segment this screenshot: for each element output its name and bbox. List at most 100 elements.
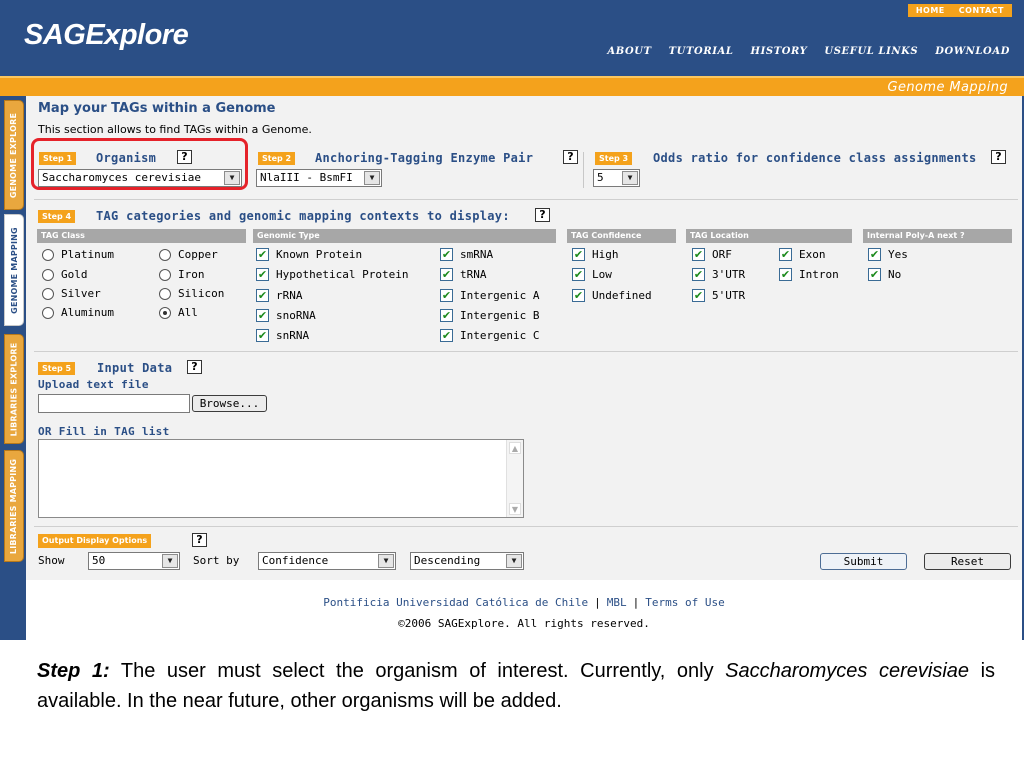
tab-genome-mapping[interactable]: GENOME MAPPING bbox=[4, 214, 24, 326]
scrollbar[interactable]: ▲ ▼ bbox=[506, 440, 523, 517]
chevron-down-icon: ▼ bbox=[506, 554, 522, 568]
nav-tutorial[interactable]: TUTORIAL bbox=[669, 46, 734, 57]
check-exon[interactable]: ✔ Exon bbox=[779, 248, 826, 261]
radio-silver[interactable]: Silver bbox=[42, 287, 101, 300]
show-select[interactable]: 50 ▼ bbox=[88, 552, 180, 570]
organism-select[interactable]: Saccharomyces cerevisiae ▼ bbox=[38, 169, 242, 187]
nav-download[interactable]: DOWNLOAD bbox=[935, 46, 1010, 57]
check-low[interactable]: ✔ Low bbox=[572, 268, 612, 281]
check-hypothetical-protein[interactable]: ✔ Hypothetical Protein bbox=[256, 268, 408, 281]
check-undefined[interactable]: ✔ Undefined bbox=[572, 289, 652, 302]
footer-link-university[interactable]: Pontificia Universidad Católica de Chile bbox=[323, 596, 588, 609]
check-known-protein[interactable]: ✔ Known Protein bbox=[256, 248, 362, 261]
caption-species: Saccharomyces cerevisiae bbox=[725, 660, 970, 682]
step2-help-icon[interactable]: ? bbox=[563, 150, 578, 164]
step5-badge: Step 5 bbox=[38, 362, 76, 375]
nav-useful-links[interactable]: USEFUL LINKS bbox=[824, 46, 918, 57]
main-panel: Map your TAGs within a Genome This secti… bbox=[26, 96, 1022, 640]
page-title: Map your TAGs within a Genome bbox=[38, 101, 276, 116]
reset-button[interactable]: Reset bbox=[924, 553, 1011, 570]
enzyme-select[interactable]: NlaIII - BsmFI ▼ bbox=[256, 169, 382, 187]
copyright: ©2006 SAGExplore. All rights reserved. bbox=[398, 617, 650, 630]
tab-libraries-explore[interactable]: LIBRARIES EXPLORE bbox=[4, 334, 24, 444]
footer-link-terms[interactable]: Terms of Use bbox=[645, 596, 724, 609]
app-logo[interactable]: SAGExplore bbox=[24, 19, 189, 52]
check-poly-a-no[interactable]: ✔ No bbox=[868, 268, 901, 281]
poly-a-header: Internal Poly-A next ? bbox=[863, 229, 1012, 243]
step2-badge: Step 2 bbox=[258, 152, 296, 165]
check-trna[interactable]: ✔ tRNA bbox=[440, 268, 487, 281]
output-help-icon[interactable]: ? bbox=[192, 533, 207, 547]
sort-by-select[interactable]: Confidence ▼ bbox=[258, 552, 396, 570]
scroll-down-icon[interactable]: ▼ bbox=[509, 503, 521, 515]
step2-label: Anchoring-Tagging Enzyme Pair bbox=[315, 151, 534, 165]
browse-button[interactable]: Browse... bbox=[192, 395, 267, 412]
check-rrna[interactable]: ✔ rRNA bbox=[256, 289, 303, 302]
check-snrna[interactable]: ✔ snRNA bbox=[256, 329, 309, 342]
divider bbox=[34, 526, 1018, 527]
header: SAGExplore HOME CONTACT ABOUT TUTORIAL H… bbox=[0, 0, 1024, 76]
radio-platinum[interactable]: Platinum bbox=[42, 248, 114, 261]
file-path-input[interactable] bbox=[38, 394, 190, 413]
check-3utr[interactable]: ✔ 3'UTR bbox=[692, 268, 745, 281]
check-poly-a-yes[interactable]: ✔ Yes bbox=[868, 248, 908, 261]
footer: Pontificia Universidad Católica de Chile… bbox=[26, 596, 1022, 630]
radio-gold[interactable]: Gold bbox=[42, 268, 88, 281]
app-screenshot: SAGExplore HOME CONTACT ABOUT TUTORIAL H… bbox=[0, 0, 1024, 640]
divider bbox=[583, 152, 584, 188]
check-smrna[interactable]: ✔ smRNA bbox=[440, 248, 493, 261]
radio-silicon[interactable]: Silicon bbox=[159, 287, 224, 300]
tag-class-header: TAG Class bbox=[37, 229, 246, 243]
check-orf[interactable]: ✔ ORF bbox=[692, 248, 732, 261]
step4-badge: Step 4 bbox=[38, 210, 76, 223]
submit-button[interactable]: Submit bbox=[820, 553, 907, 570]
tag-list-textarea[interactable]: ▲ ▼ bbox=[38, 439, 524, 518]
sort-order-select[interactable]: Descending ▼ bbox=[410, 552, 524, 570]
scroll-up-icon[interactable]: ▲ bbox=[509, 442, 521, 454]
tab-libraries-mapping[interactable]: LIBRARIES MAPPING bbox=[4, 450, 24, 562]
check-intron[interactable]: ✔ Intron bbox=[779, 268, 839, 281]
chevron-down-icon: ▼ bbox=[364, 171, 380, 185]
home-link[interactable]: HOME bbox=[916, 6, 945, 15]
step5-label: Input Data bbox=[97, 361, 173, 375]
sort-label: Sort by bbox=[193, 554, 240, 567]
check-intergenic-a[interactable]: ✔ Intergenic A bbox=[440, 289, 539, 302]
step3-help-icon[interactable]: ? bbox=[991, 150, 1006, 164]
contact-link[interactable]: CONTACT bbox=[959, 6, 1004, 15]
step1-help-icon[interactable]: ? bbox=[177, 150, 192, 164]
page-subtitle: This section allows to find TAGs within … bbox=[38, 123, 312, 136]
tab-genome-explore[interactable]: GENOME EXPLORE bbox=[4, 100, 24, 210]
footer-link-mbl[interactable]: MBL bbox=[607, 596, 627, 609]
divider bbox=[34, 351, 1018, 352]
check-5utr[interactable]: ✔ 5'UTR bbox=[692, 289, 745, 302]
radio-aluminum[interactable]: Aluminum bbox=[42, 306, 114, 319]
form-area: Map your TAGs within a Genome This secti… bbox=[26, 96, 1022, 580]
chevron-down-icon: ▼ bbox=[378, 554, 394, 568]
footer-separator: | bbox=[632, 596, 640, 609]
odds-ratio-select[interactable]: 5 ▼ bbox=[593, 169, 640, 187]
check-high[interactable]: ✔ High bbox=[572, 248, 619, 261]
radio-all[interactable]: All bbox=[159, 306, 198, 319]
caption-step: Step 1: bbox=[37, 660, 110, 682]
nav-history[interactable]: HISTORY bbox=[751, 46, 808, 57]
genomic-type-header: Genomic Type bbox=[253, 229, 556, 243]
tag-location-header: TAG Location bbox=[686, 229, 852, 243]
chevron-down-icon: ▼ bbox=[162, 554, 178, 568]
main-nav: ABOUT TUTORIAL HISTORY USEFUL LINKS DOWN… bbox=[607, 46, 1010, 57]
divider bbox=[34, 199, 1018, 200]
output-badge: Output Display Options bbox=[38, 534, 152, 548]
radio-iron[interactable]: Iron bbox=[159, 268, 205, 281]
step5-help-icon[interactable]: ? bbox=[187, 360, 202, 374]
check-snorna[interactable]: ✔ snoRNA bbox=[256, 309, 316, 322]
tag-confidence-header: TAG Confidence bbox=[567, 229, 676, 243]
step4-label: TAG categories and genomic mapping conte… bbox=[96, 209, 510, 223]
chevron-down-icon: ▼ bbox=[622, 171, 638, 185]
caption-text: The user must select the organism of int… bbox=[109, 660, 726, 682]
step4-help-icon[interactable]: ? bbox=[535, 208, 550, 222]
nav-about[interactable]: ABOUT bbox=[607, 46, 651, 57]
check-intergenic-c[interactable]: ✔ Intergenic C bbox=[440, 329, 539, 342]
section-title: Genome Mapping bbox=[887, 80, 1008, 95]
step3-label: Odds ratio for confidence class assignme… bbox=[653, 151, 977, 165]
check-intergenic-b[interactable]: ✔ Intergenic B bbox=[440, 309, 539, 322]
radio-copper[interactable]: Copper bbox=[159, 248, 218, 261]
